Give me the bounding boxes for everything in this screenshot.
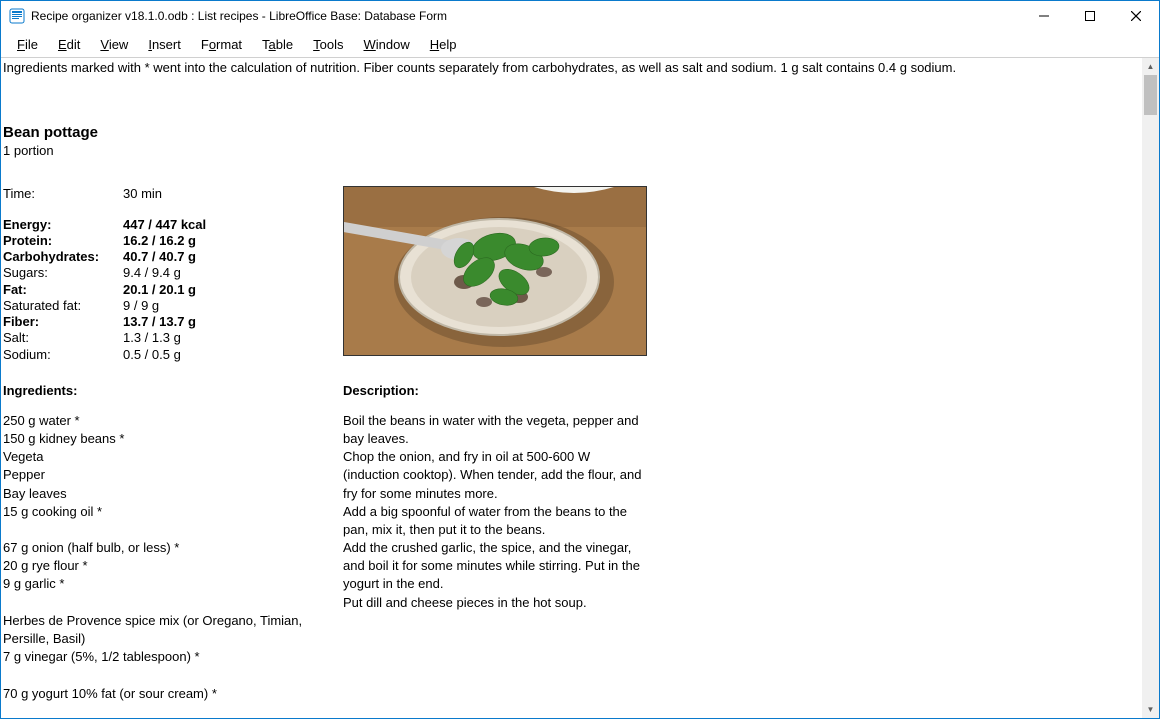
- recipe-title: Bean pottage: [1, 124, 1142, 141]
- recipe-photo: [343, 186, 647, 356]
- nutrition-label: Saturated fat:: [3, 298, 123, 314]
- scroll-track[interactable]: [1142, 75, 1159, 701]
- menu-table[interactable]: Table: [252, 35, 303, 54]
- nutrition-row: Protein:16.2 / 16.2 g: [3, 233, 343, 249]
- nutrition-value: 40.7 / 40.7 g: [123, 249, 196, 265]
- menu-tools[interactable]: Tools: [303, 35, 353, 54]
- time-value: 30 min: [123, 186, 162, 202]
- nutrition-value: 447 / 447 kcal: [123, 217, 206, 233]
- nutrition-row: Fiber:13.7 / 13.7 g: [3, 314, 343, 330]
- nutrition-label: Fiber:: [3, 314, 123, 330]
- nutrition-label: Protein:: [3, 233, 123, 249]
- form-content: Ingredients marked with * went into the …: [1, 58, 1142, 718]
- nutrition-value: 9 / 9 g: [123, 298, 159, 314]
- nutrition-label: Salt:: [3, 330, 123, 346]
- menu-edit[interactable]: Edit: [48, 35, 90, 54]
- maximize-button[interactable]: [1067, 1, 1113, 31]
- nutrition-row: Salt:1.3 / 1.3 g: [3, 330, 343, 346]
- nutrition-column: Time: 30 min Energy:447 / 447 kcalProtei…: [3, 186, 343, 363]
- scroll-up-arrow[interactable]: ▲: [1142, 58, 1159, 75]
- nutrition-row: Saturated fat:9 / 9 g: [3, 298, 343, 314]
- vertical-scrollbar[interactable]: ▲ ▼: [1142, 58, 1159, 718]
- nutrition-label: Energy:: [3, 217, 123, 233]
- nutrition-value: 1.3 / 1.3 g: [123, 330, 181, 346]
- nutrition-label: Fat:: [3, 282, 123, 298]
- menu-help[interactable]: Help: [420, 35, 467, 54]
- ingredients-text: 250 g water * 150 g kidney beans * Veget…: [3, 412, 343, 703]
- nutrition-label: Sugars:: [3, 265, 123, 281]
- minimize-button[interactable]: [1021, 1, 1067, 31]
- menu-insert[interactable]: Insert: [138, 35, 191, 54]
- nutrition-label: Sodium:: [3, 347, 123, 363]
- nutrition-value: 20.1 / 20.1 g: [123, 282, 196, 298]
- nutrition-row: Carbohydrates:40.7 / 40.7 g: [3, 249, 343, 265]
- photo-column: [343, 186, 647, 363]
- description-heading: Description:: [343, 383, 643, 398]
- content-wrap: Ingredients marked with * went into the …: [1, 57, 1159, 718]
- titlebar: Recipe organizer v18.1.0.odb : List reci…: [1, 1, 1159, 31]
- window-controls: [1021, 1, 1159, 31]
- ingredients-heading: Ingredients:: [3, 383, 343, 398]
- nutrition-row: Sodium:0.5 / 0.5 g: [3, 347, 343, 363]
- scroll-thumb[interactable]: [1144, 75, 1157, 115]
- nutrition-value: 0.5 / 0.5 g: [123, 347, 181, 363]
- description-text: Boil the beans in water with the vegeta,…: [343, 412, 643, 612]
- nutrition-label: Carbohydrates:: [3, 249, 123, 265]
- nutrition-row: Fat:20.1 / 20.1 g: [3, 282, 343, 298]
- menubar: File Edit View Insert Format Table Tools…: [1, 31, 1159, 57]
- nutrition-row: Sugars:9.4 / 9.4 g: [3, 265, 343, 281]
- close-button[interactable]: [1113, 1, 1159, 31]
- menu-file[interactable]: File: [7, 35, 48, 54]
- portion-text: 1 portion: [1, 143, 1142, 158]
- nutrition-row: Energy:447 / 447 kcal: [3, 217, 343, 233]
- window-title: Recipe organizer v18.1.0.odb : List reci…: [31, 9, 1021, 23]
- note-text: Ingredients marked with * went into the …: [1, 58, 1142, 76]
- nutrition-value: 9.4 / 9.4 g: [123, 265, 181, 281]
- app-icon: [9, 8, 25, 24]
- time-label: Time:: [3, 186, 123, 202]
- menu-format[interactable]: Format: [191, 35, 252, 54]
- scroll-down-arrow[interactable]: ▼: [1142, 701, 1159, 718]
- app-window: Recipe organizer v18.1.0.odb : List reci…: [0, 0, 1160, 719]
- menu-window[interactable]: Window: [354, 35, 420, 54]
- nutrition-value: 13.7 / 13.7 g: [123, 314, 196, 330]
- menu-view[interactable]: View: [90, 35, 138, 54]
- nutrition-value: 16.2 / 16.2 g: [123, 233, 196, 249]
